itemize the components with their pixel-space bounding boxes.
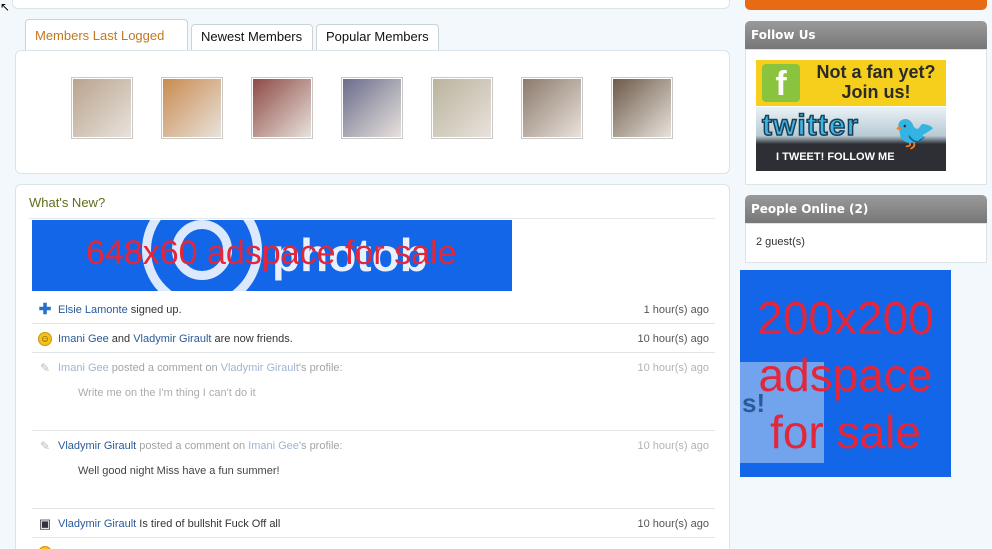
member-avatar[interactable]: [71, 77, 133, 139]
feed-time: 10 hour(s) ago: [637, 333, 709, 345]
top-container-edge: [12, 0, 730, 9]
facebook-icon: f: [762, 64, 800, 103]
follow-us-header: Follow Us: [745, 21, 987, 49]
avatar-photo: [73, 79, 131, 137]
feed-action-tail: 's profile:: [298, 362, 343, 374]
banner-ad-text: 648x60 adspace for sale: [86, 234, 457, 272]
feed-item: ▣ Vladymir Girault Is tired of bullshit …: [32, 509, 715, 538]
feed-action-text: Is tired of bullshit Fuck Off all: [136, 518, 281, 530]
people-online-header: People Online (2): [745, 195, 987, 223]
feed-actor-link[interactable]: Imani Gee: [58, 362, 109, 374]
feed-actor-link[interactable]: Vladymir Girault: [58, 440, 136, 452]
facebook-badge-text: Not a fan yet? Join us!: [816, 62, 936, 102]
whats-new-title: What's New?: [29, 195, 106, 210]
feed-target-link[interactable]: Imani Gee: [248, 440, 299, 452]
facebook-badge[interactable]: f Not a fan yet? Join us!: [756, 60, 946, 106]
comment-body: Write me on the I'm thing I can't do it: [78, 387, 256, 399]
twitter-caption: I TWEET! FOLLOW ME: [776, 151, 895, 163]
tab-popular-members[interactable]: Popular Members: [316, 24, 439, 51]
feed-item-partial: [32, 538, 715, 549]
feed-item-text: Vladymir Girault posted a comment on Ima…: [58, 440, 343, 452]
member-avatar[interactable]: [251, 77, 313, 139]
comment-body: Well good night Miss have a fun summer!: [78, 465, 280, 477]
member-avatar[interactable]: [341, 77, 403, 139]
avatar-photo: [343, 79, 401, 137]
online-count-text: 2 guest(s): [756, 236, 805, 248]
feed-action-text: and: [108, 333, 134, 345]
top-banner-edge: [745, 0, 987, 10]
banner-ad[interactable]: photob 648x60 adspace for sale: [32, 220, 512, 291]
comment-icon: ✎: [39, 439, 51, 453]
twitter-logo: twitter: [761, 108, 859, 143]
feed-item-text: Elsie Lamonte signed up.: [58, 304, 182, 316]
avatar-photo: [433, 79, 491, 137]
feed-action-text: signed up.: [127, 304, 182, 316]
plus-icon: ✚: [38, 301, 52, 318]
tab-members-last-logged-in[interactable]: Members Last Logged In: [25, 19, 188, 75]
feed-item: ✎ Imani Gee posted a comment on Vladymir…: [32, 353, 715, 431]
feed-time: 10 hour(s) ago: [637, 518, 709, 530]
cursor-icon: ↖: [0, 0, 11, 14]
follow-us-panel: f Not a fan yet? Join us! twitter 🐦 I TW…: [745, 49, 987, 185]
feed-item-text: Vladymir Girault Is tired of bullshit Fu…: [58, 518, 280, 530]
monitor-icon: ▣: [38, 516, 52, 531]
feed-action-tail: 's profile:: [298, 440, 343, 452]
avatar-photo: [253, 79, 311, 137]
tab-newest-members[interactable]: Newest Members: [191, 24, 313, 51]
avatar-photo: [523, 79, 581, 137]
feed-target-link[interactable]: Vladymir Girault: [133, 333, 211, 345]
smiley-icon: ☺: [38, 332, 52, 346]
feed-action-text: posted a comment on: [108, 362, 221, 374]
feed-action-text: posted a comment on: [136, 440, 249, 452]
feed-item: ☺ Imani Gee and Vladymir Girault are now…: [32, 324, 715, 353]
comment-icon: ✎: [39, 361, 51, 375]
whats-new-panel: What's New? photob 648x60 adspace for sa…: [15, 184, 730, 549]
avatar-photo: [613, 79, 671, 137]
feed-actor-link[interactable]: Imani Gee: [58, 333, 109, 345]
square-ad-text: 200x200 adspace for sale: [757, 292, 934, 458]
avatar-photo: [163, 79, 221, 137]
members-panel: [15, 50, 730, 174]
member-avatar[interactable]: [611, 77, 673, 139]
feed-target-link[interactable]: Vladymir Girault: [221, 362, 299, 374]
member-avatar[interactable]: [431, 77, 493, 139]
feed-time: 1 hour(s) ago: [643, 304, 709, 316]
twitter-badge[interactable]: twitter 🐦 I TWEET! FOLLOW ME: [756, 107, 946, 171]
feed-action-tail: are now friends.: [211, 333, 293, 345]
people-online-panel: 2 guest(s): [745, 223, 987, 263]
feed-item: ✎ Vladymir Girault posted a comment on I…: [32, 431, 715, 509]
member-avatar[interactable]: [521, 77, 583, 139]
feed-time: 10 hour(s) ago: [637, 440, 709, 452]
feed-actor-link[interactable]: Vladymir Girault: [58, 518, 136, 530]
feed-time: 10 hour(s) ago: [637, 362, 709, 374]
divider: [29, 218, 715, 219]
feed-actor-link[interactable]: Elsie Lamonte: [58, 304, 128, 316]
twitter-bird-icon: 🐦: [893, 113, 936, 153]
feed-item-text: Imani Gee posted a comment on Vladymir G…: [58, 362, 343, 374]
member-avatar[interactable]: [161, 77, 223, 139]
feed-item-text: Imani Gee and Vladymir Girault are now f…: [58, 333, 293, 345]
feed-item: ✚ Elsie Lamonte signed up. 1 hour(s) ago: [32, 295, 715, 324]
square-ad[interactable]: s! 200x200 adspace for sale: [740, 270, 951, 477]
